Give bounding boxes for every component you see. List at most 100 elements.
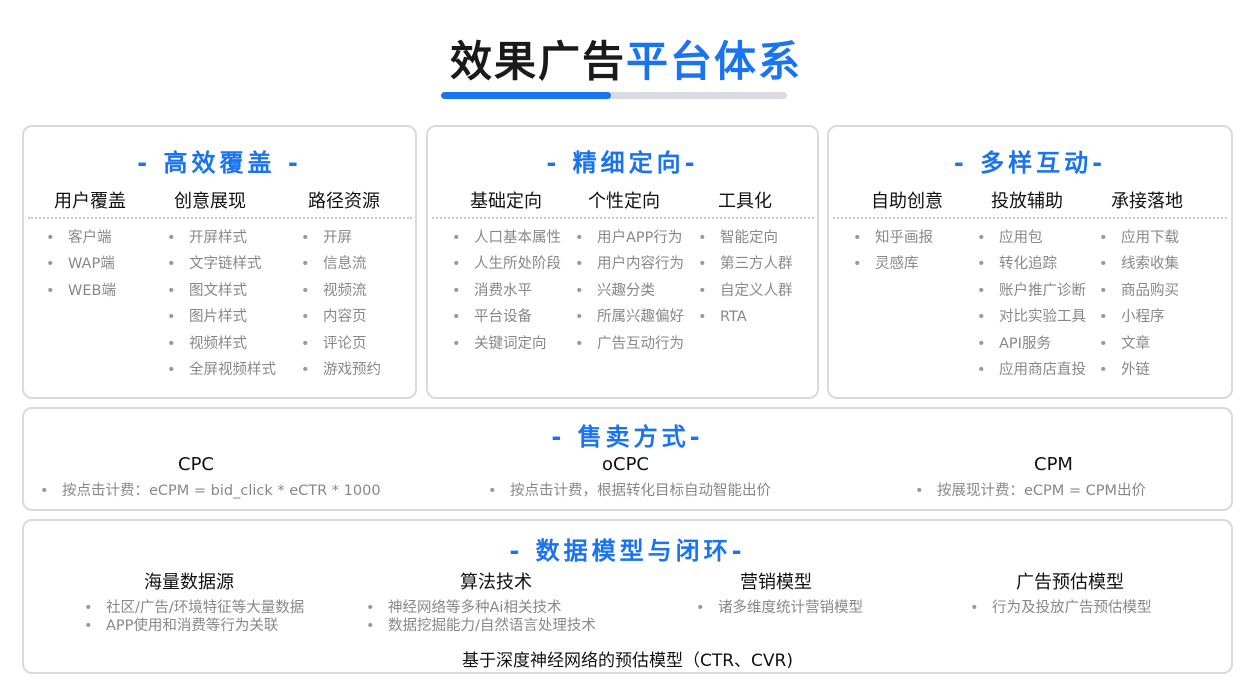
list-item: WEB端: [46, 278, 116, 304]
list-item: API服务: [977, 331, 1086, 357]
selling-col-head: CPC: [178, 454, 214, 475]
list-item: 行为及投放广告预估模型: [970, 599, 1152, 617]
interaction-col-head: 承接落地: [1111, 191, 1183, 212]
list-item: 信息流: [301, 251, 381, 277]
list-item: 应用包: [977, 225, 1086, 251]
list-item: 转化追踪: [977, 251, 1086, 277]
targeting-title: - 精细定向-: [546, 149, 699, 177]
data-col-head: 营销模型: [740, 572, 812, 593]
list-item: 视频样式: [167, 331, 276, 357]
list-item: 消费水平: [452, 278, 561, 304]
list-item: 用户APP行为: [575, 225, 684, 251]
list-item: 知乎画报: [853, 225, 933, 251]
interaction-divider: [833, 217, 1227, 219]
interaction-panel: - 多样互动- 自助创意 投放辅助 承接落地 知乎画报灵感库 应用包转化追踪账户…: [827, 125, 1233, 399]
data-col-head: 广告预估模型: [1016, 572, 1124, 593]
selling-panel: - 售卖方式- CPC oCPC CPM 按点击计费：eCPM = bid_cl…: [22, 407, 1233, 511]
data-model-title: - 数据模型与闭环-: [509, 537, 746, 565]
data-model-footer: 基于深度神经网络的预估模型（CTR、CVR): [461, 651, 793, 671]
list-item: 线索收集: [1099, 251, 1179, 277]
targeting-divider: [432, 217, 814, 219]
list-item: 游戏预约: [301, 357, 381, 383]
targeting-list-2: 用户APP行为用户内容行为兴趣分类所属兴趣偏好广告互动行为: [575, 225, 684, 357]
list-item: 所属兴趣偏好: [575, 304, 684, 330]
list-item: 第三方人群: [698, 251, 793, 277]
list-item: 评论页: [301, 331, 381, 357]
data-col-head: 海量数据源: [144, 572, 234, 593]
list-item: 内容页: [301, 304, 381, 330]
title-underline: [441, 92, 787, 99]
list-item: RTA: [698, 304, 793, 330]
list-item: 图文样式: [167, 278, 276, 304]
selling-list-2: 按点击计费，根据转化目标自动智能出价: [488, 482, 771, 500]
interaction-col-head: 自助创意: [871, 191, 943, 212]
list-item: 按展现计费：eCPM = CPM出价: [915, 482, 1146, 500]
list-item: 按点击计费：eCPM = bid_click * eCTR * 1000: [40, 482, 381, 500]
list-item: APP使用和消费等行为关联: [84, 617, 304, 635]
list-item: 智能定向: [698, 225, 793, 251]
selling-col-head: CPM: [1034, 454, 1073, 475]
title-part2: 平台体系: [626, 37, 803, 86]
targeting-col-head: 工具化: [718, 191, 772, 212]
targeting-col-head: 个性定向: [588, 191, 660, 212]
coverage-list-3: 开屏信息流视频流内容页评论页游戏预约: [301, 225, 381, 383]
list-item: 人生所处阶段: [452, 251, 561, 277]
list-item: 外链: [1099, 357, 1179, 383]
coverage-col-head: 用户覆盖: [54, 191, 126, 212]
targeting-list-1: 人口基本属性人生所处阶段消费水平平台设备关键词定向: [452, 225, 561, 357]
list-item: 灵感库: [853, 251, 933, 277]
coverage-col-head: 路径资源: [308, 191, 380, 212]
data-list-2: 神经网络等多种Ai相关技术数据挖掘能力/自然语言处理技术: [366, 599, 596, 635]
coverage-list-2: 开屏样式文字链样式图文样式图片样式视频样式全屏视频样式: [167, 225, 276, 383]
list-item: 应用商店直投: [977, 357, 1086, 383]
interaction-col-head: 投放辅助: [991, 191, 1063, 212]
coverage-divider: [28, 217, 412, 219]
list-item: 兴趣分类: [575, 278, 684, 304]
list-item: 全屏视频样式: [167, 357, 276, 383]
list-item: 图片样式: [167, 304, 276, 330]
list-item: 开屏样式: [167, 225, 276, 251]
list-item: 应用下载: [1099, 225, 1179, 251]
selling-title: - 售卖方式-: [551, 423, 704, 451]
data-list-1: 社区/广告/环境特征等大量数据APP使用和消费等行为关联: [84, 599, 304, 635]
list-item: 神经网络等多种Ai相关技术: [366, 599, 596, 617]
list-item: 文章: [1099, 331, 1179, 357]
list-item: 人口基本属性: [452, 225, 561, 251]
selling-list-1: 按点击计费：eCPM = bid_click * eCTR * 1000: [40, 482, 381, 500]
data-list-3: 诸多维度统计营销模型: [696, 599, 863, 617]
list-item: 自定义人群: [698, 278, 793, 304]
selling-col-head: oCPC: [602, 454, 650, 475]
list-item: 关键词定向: [452, 331, 561, 357]
list-item: 数据挖掘能力/自然语言处理技术: [366, 617, 596, 635]
targeting-col-head: 基础定向: [470, 191, 542, 212]
list-item: 账户推广诊断: [977, 278, 1086, 304]
list-item: 诸多维度统计营销模型: [696, 599, 863, 617]
data-model-panel: - 数据模型与闭环- 海量数据源 算法技术 营销模型 广告预估模型 社区/广告/…: [22, 519, 1233, 674]
coverage-col-head: 创意展现: [174, 191, 246, 212]
data-col-head: 算法技术: [460, 572, 532, 593]
list-item: 小程序: [1099, 304, 1179, 330]
list-item: 对比实验工具: [977, 304, 1086, 330]
list-item: 平台设备: [452, 304, 561, 330]
data-list-4: 行为及投放广告预估模型: [970, 599, 1152, 617]
list-item: 客户端: [46, 225, 116, 251]
list-item: 社区/广告/环境特征等大量数据: [84, 599, 304, 617]
targeting-list-3: 智能定向第三方人群自定义人群RTA: [698, 225, 793, 331]
coverage-list-1: 客户端WAP端WEB端: [46, 225, 116, 304]
coverage-title: - 高效覆盖 -: [137, 149, 302, 177]
coverage-panel: - 高效覆盖 - 用户覆盖 创意展现 路径资源 客户端WAP端WEB端 开屏样式…: [22, 125, 417, 399]
interaction-title: - 多样互动-: [953, 149, 1107, 177]
list-item: 商品购买: [1099, 278, 1179, 304]
list-item: 用户内容行为: [575, 251, 684, 277]
interaction-list-1: 知乎画报灵感库: [853, 225, 933, 278]
list-item: WAP端: [46, 251, 116, 277]
title-part1: 效果广告: [449, 37, 626, 86]
list-item: 广告互动行为: [575, 331, 684, 357]
list-item: 按点击计费，根据转化目标自动智能出价: [488, 482, 771, 500]
list-item: 文字链样式: [167, 251, 276, 277]
interaction-list-3: 应用下载线索收集商品购买小程序文章外链: [1099, 225, 1179, 383]
interaction-list-2: 应用包转化追踪账户推广诊断对比实验工具API服务应用商店直投: [977, 225, 1086, 383]
list-item: 开屏: [301, 225, 381, 251]
list-item: 视频流: [301, 278, 381, 304]
targeting-panel: - 精细定向- 基础定向 个性定向 工具化 人口基本属性人生所处阶段消费水平平台…: [426, 125, 819, 399]
